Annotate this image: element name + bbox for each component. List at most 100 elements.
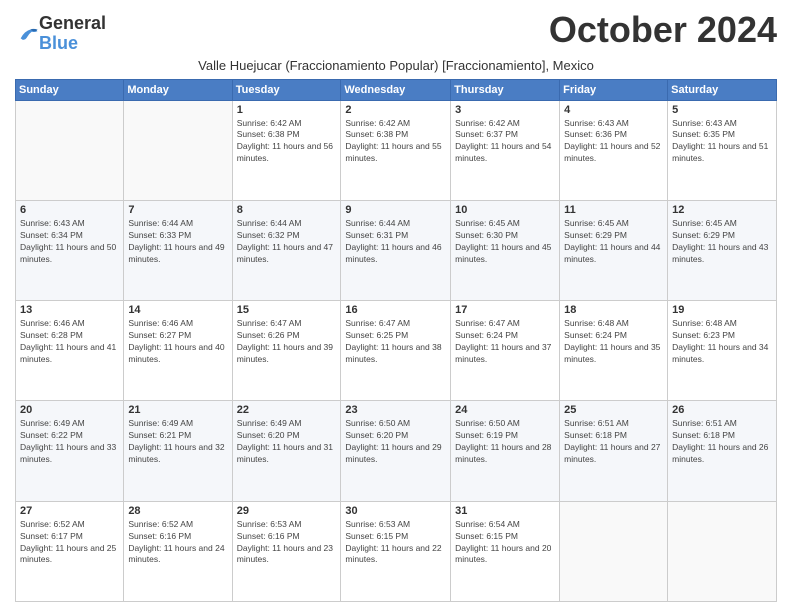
- calendar-cell: 9Sunrise: 6:44 AMSunset: 6:31 PMDaylight…: [341, 200, 451, 300]
- calendar-cell: [16, 100, 124, 200]
- calendar-cell: 11 Sunrise: 6:45 AMSunset: 6:29 PMDayligh…: [560, 200, 668, 300]
- day-number: 18: [564, 304, 663, 316]
- day-info: Sunrise: 6:44 AMSunset: 6:31 PMDaylight:…: [345, 218, 446, 266]
- calendar-cell: 8Sunrise: 6:44 AMSunset: 6:32 PMDaylight…: [232, 200, 341, 300]
- day-number: 3: [455, 104, 555, 116]
- calendar-cell: 2Sunrise: 6:42 AMSunset: 6:38 PMDaylight…: [341, 100, 451, 200]
- title-block: October 2024: [549, 10, 777, 50]
- day-info: Sunrise: 6:46 AMSunset: 6:27 PMDaylight:…: [128, 318, 227, 366]
- calendar-cell: 22 Sunrise: 6:49 AMSunset: 6:20 PMDayligh…: [232, 401, 341, 501]
- day-info: Sunrise: 6:43 AMSunset: 6:36 PMDaylight:…: [564, 118, 663, 166]
- logo-bird-icon: [17, 25, 39, 43]
- day-info: Sunrise: 6:49 AMSunset: 6:21 PMDaylight:…: [128, 418, 227, 466]
- day-number: 6: [20, 204, 119, 216]
- logo: General Blue: [15, 14, 106, 54]
- calendar-cell: 14 Sunrise: 6:46 AMSunset: 6:27 PMDayligh…: [124, 301, 232, 401]
- day-info: Sunrise: 6:53 AMSunset: 6:15 PMDaylight:…: [345, 519, 446, 567]
- day-header-sunday: Sunday: [16, 79, 124, 100]
- day-number: 25: [564, 404, 663, 416]
- calendar-cell: [668, 501, 777, 601]
- day-info: Sunrise: 6:45 AMSunset: 6:29 PMDaylight:…: [564, 218, 663, 266]
- day-number: 5: [672, 104, 772, 116]
- day-number: 17: [455, 304, 555, 316]
- calendar-week-row: 1Sunrise: 6:42 AMSunset: 6:38 PMDaylight…: [16, 100, 777, 200]
- day-info: Sunrise: 6:45 AMSunset: 6:30 PMDaylight:…: [455, 218, 555, 266]
- day-info: Sunrise: 6:47 AMSunset: 6:26 PMDaylight:…: [237, 318, 337, 366]
- calendar-header-row: SundayMondayTuesdayWednesdayThursdayFrid…: [16, 79, 777, 100]
- day-header-monday: Monday: [124, 79, 232, 100]
- day-info: Sunrise: 6:50 AMSunset: 6:20 PMDaylight:…: [345, 418, 446, 466]
- day-number: 23: [345, 404, 446, 416]
- day-number: 26: [672, 404, 772, 416]
- day-number: 14: [128, 304, 227, 316]
- day-number: 27: [20, 505, 119, 517]
- calendar-cell: 19Sunrise: 6:48 AMSunset: 6:23 PMDayligh…: [668, 301, 777, 401]
- day-info: Sunrise: 6:44 AMSunset: 6:33 PMDaylight:…: [128, 218, 227, 266]
- calendar-table: SundayMondayTuesdayWednesdayThursdayFrid…: [15, 79, 777, 602]
- calendar-cell: 4 Sunrise: 6:43 AMSunset: 6:36 PMDaylight…: [560, 100, 668, 200]
- calendar-cell: 26 Sunrise: 6:51 AMSunset: 6:18 PMDayligh…: [668, 401, 777, 501]
- calendar-cell: 17 Sunrise: 6:47 AMSunset: 6:24 PMDayligh…: [451, 301, 560, 401]
- calendar-cell: 20Sunrise: 6:49 AMSunset: 6:22 PMDayligh…: [16, 401, 124, 501]
- day-info: Sunrise: 6:50 AMSunset: 6:19 PMDaylight:…: [455, 418, 555, 466]
- calendar-cell: 23 Sunrise: 6:50 AMSunset: 6:20 PMDayligh…: [341, 401, 451, 501]
- calendar-cell: 31 Sunrise: 6:54 AMSunset: 6:15 PMDayligh…: [451, 501, 560, 601]
- calendar-cell: [560, 501, 668, 601]
- day-number: 12: [672, 204, 772, 216]
- day-info: Sunrise: 6:48 AMSunset: 6:23 PMDaylight:…: [672, 318, 772, 366]
- calendar-cell: 15 Sunrise: 6:47 AMSunset: 6:26 PMDayligh…: [232, 301, 341, 401]
- calendar-week-row: 20Sunrise: 6:49 AMSunset: 6:22 PMDayligh…: [16, 401, 777, 501]
- day-header-friday: Friday: [560, 79, 668, 100]
- day-info: Sunrise: 6:51 AMSunset: 6:18 PMDaylight:…: [672, 418, 772, 466]
- day-number: 15: [237, 304, 337, 316]
- calendar-cell: 28Sunrise: 6:52 AMSunset: 6:16 PMDayligh…: [124, 501, 232, 601]
- header: General Blue October 2024: [15, 10, 777, 54]
- day-header-saturday: Saturday: [668, 79, 777, 100]
- day-info: Sunrise: 6:54 AMSunset: 6:15 PMDaylight:…: [455, 519, 555, 567]
- day-info: Sunrise: 6:53 AMSunset: 6:16 PMDaylight:…: [237, 519, 337, 567]
- calendar-cell: 10 Sunrise: 6:45 AMSunset: 6:30 PMDayligh…: [451, 200, 560, 300]
- calendar-week-row: 6 Sunrise: 6:43 AMSunset: 6:34 PMDaylight…: [16, 200, 777, 300]
- calendar-cell: 18Sunrise: 6:48 AMSunset: 6:24 PMDayligh…: [560, 301, 668, 401]
- day-number: 10: [455, 204, 555, 216]
- calendar-cell: 1Sunrise: 6:42 AMSunset: 6:38 PMDaylight…: [232, 100, 341, 200]
- day-info: Sunrise: 6:45 AMSunset: 6:29 PMDaylight:…: [672, 218, 772, 266]
- day-info: Sunrise: 6:51 AMSunset: 6:18 PMDaylight:…: [564, 418, 663, 466]
- day-info: Sunrise: 6:52 AMSunset: 6:17 PMDaylight:…: [20, 519, 119, 567]
- day-info: Sunrise: 6:47 AMSunset: 6:25 PMDaylight:…: [345, 318, 446, 366]
- calendar-cell: 27 Sunrise: 6:52 AMSunset: 6:17 PMDayligh…: [16, 501, 124, 601]
- logo-general-text: General: [39, 13, 106, 33]
- day-header-tuesday: Tuesday: [232, 79, 341, 100]
- day-info: Sunrise: 6:43 AMSunset: 6:35 PMDaylight:…: [672, 118, 772, 166]
- calendar-cell: 7 Sunrise: 6:44 AMSunset: 6:33 PMDaylight…: [124, 200, 232, 300]
- day-number: 31: [455, 505, 555, 517]
- calendar-week-row: 13Sunrise: 6:46 AMSunset: 6:28 PMDayligh…: [16, 301, 777, 401]
- calendar-cell: 13Sunrise: 6:46 AMSunset: 6:28 PMDayligh…: [16, 301, 124, 401]
- day-number: 24: [455, 404, 555, 416]
- calendar-cell: 21 Sunrise: 6:49 AMSunset: 6:21 PMDayligh…: [124, 401, 232, 501]
- day-info: Sunrise: 6:42 AMSunset: 6:38 PMDaylight:…: [237, 118, 337, 166]
- day-info: Sunrise: 6:46 AMSunset: 6:28 PMDaylight:…: [20, 318, 119, 366]
- day-number: 22: [237, 404, 337, 416]
- day-number: 21: [128, 404, 227, 416]
- day-info: Sunrise: 6:44 AMSunset: 6:32 PMDaylight:…: [237, 218, 337, 266]
- calendar-cell: [124, 100, 232, 200]
- day-info: Sunrise: 6:43 AMSunset: 6:34 PMDaylight:…: [20, 218, 119, 266]
- day-number: 2: [345, 104, 446, 116]
- day-info: Sunrise: 6:47 AMSunset: 6:24 PMDaylight:…: [455, 318, 555, 366]
- page: General Blue October 2024 Valle Huejucar…: [0, 0, 792, 612]
- day-number: 29: [237, 505, 337, 517]
- day-number: 28: [128, 505, 227, 517]
- calendar-cell: 16Sunrise: 6:47 AMSunset: 6:25 PMDayligh…: [341, 301, 451, 401]
- calendar-cell: 24 Sunrise: 6:50 AMSunset: 6:19 PMDayligh…: [451, 401, 560, 501]
- day-header-wednesday: Wednesday: [341, 79, 451, 100]
- calendar-cell: 25 Sunrise: 6:51 AMSunset: 6:18 PMDayligh…: [560, 401, 668, 501]
- day-info: Sunrise: 6:49 AMSunset: 6:20 PMDaylight:…: [237, 418, 337, 466]
- day-number: 11: [564, 204, 663, 216]
- day-number: 20: [20, 404, 119, 416]
- calendar-cell: 12 Sunrise: 6:45 AMSunset: 6:29 PMDayligh…: [668, 200, 777, 300]
- day-number: 7: [128, 204, 227, 216]
- calendar-cell: 29 Sunrise: 6:53 AMSunset: 6:16 PMDayligh…: [232, 501, 341, 601]
- calendar-cell: 30Sunrise: 6:53 AMSunset: 6:15 PMDayligh…: [341, 501, 451, 601]
- day-number: 4: [564, 104, 663, 116]
